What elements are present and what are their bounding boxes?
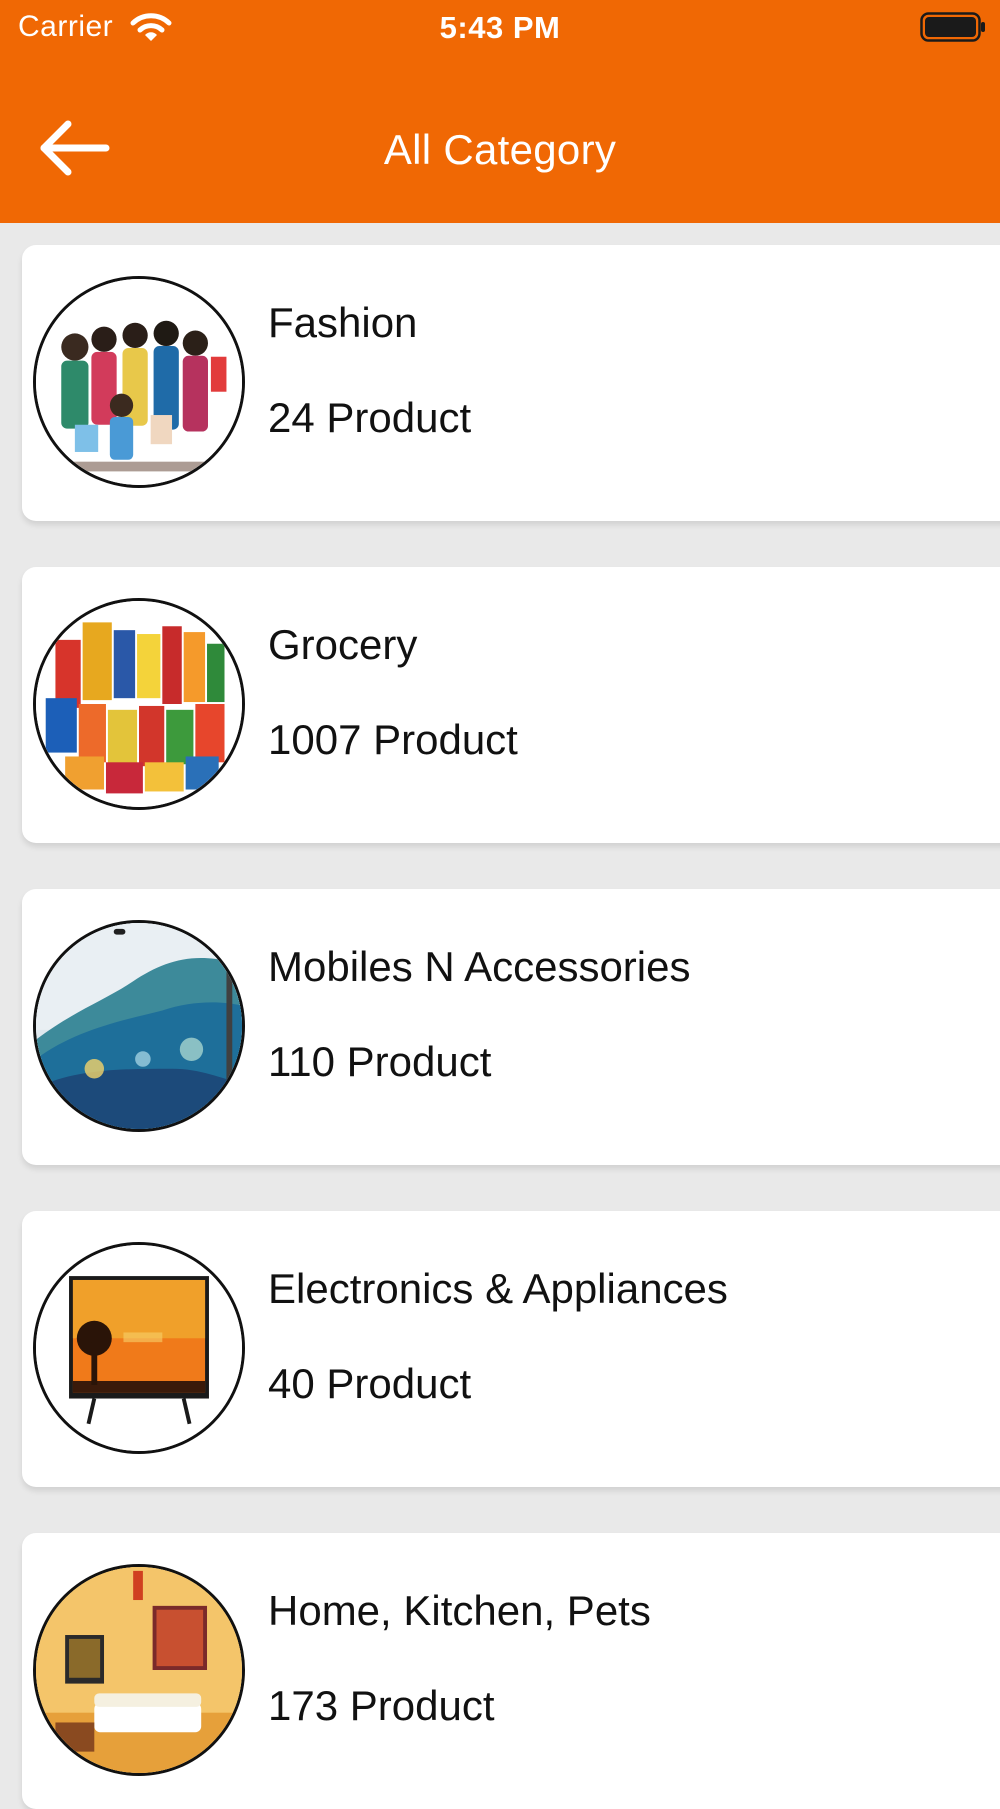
- category-product-count: 1007 Product: [268, 716, 518, 763]
- category-card-grocery[interactable]: Grocery 1007 Product: [22, 567, 1000, 843]
- category-product-count: 24 Product: [268, 394, 472, 441]
- category-card-mobiles-n-accessories[interactable]: Mobiles N Accessories 110 Product: [22, 889, 1000, 1165]
- category-image-home-kitchen-pets: [33, 1564, 245, 1776]
- category-list: Fashion 24 Product Grocery 1007 Product …: [0, 223, 1000, 1809]
- app-header: Carrier 5:43 PM All Category: [0, 0, 1000, 223]
- category-product-count: 110 Product: [268, 1038, 492, 1085]
- category-product-count: 40 Product: [268, 1360, 472, 1407]
- category-name: Mobiles N Accessories: [268, 943, 691, 990]
- category-name: Home, Kitchen, Pets: [268, 1587, 651, 1634]
- navigation-bar: All Category: [0, 90, 1000, 210]
- category-card-fashion[interactable]: Fashion 24 Product: [22, 245, 1000, 521]
- category-image-mobiles-n-accessories: [33, 920, 245, 1132]
- category-name: Fashion: [268, 299, 418, 346]
- category-name: Grocery: [268, 621, 418, 668]
- category-image-grocery: [33, 598, 245, 810]
- category-name: Electronics & Appliances: [268, 1265, 728, 1312]
- status-bar: Carrier 5:43 PM: [0, 0, 1000, 56]
- battery-icon: [920, 12, 986, 42]
- category-card-electronics-appliances[interactable]: Electronics & Appliances 40 Product: [22, 1211, 1000, 1487]
- category-image-electronics-appliances: [33, 1242, 245, 1454]
- category-product-count: 173 Product: [268, 1682, 495, 1729]
- page-title: All Category: [383, 126, 617, 173]
- category-image-fashion: [33, 276, 245, 488]
- category-card-home-kitchen-pets[interactable]: Home, Kitchen, Pets 173 Product: [22, 1533, 1000, 1809]
- status-time: 5:43 PM: [439, 10, 561, 45]
